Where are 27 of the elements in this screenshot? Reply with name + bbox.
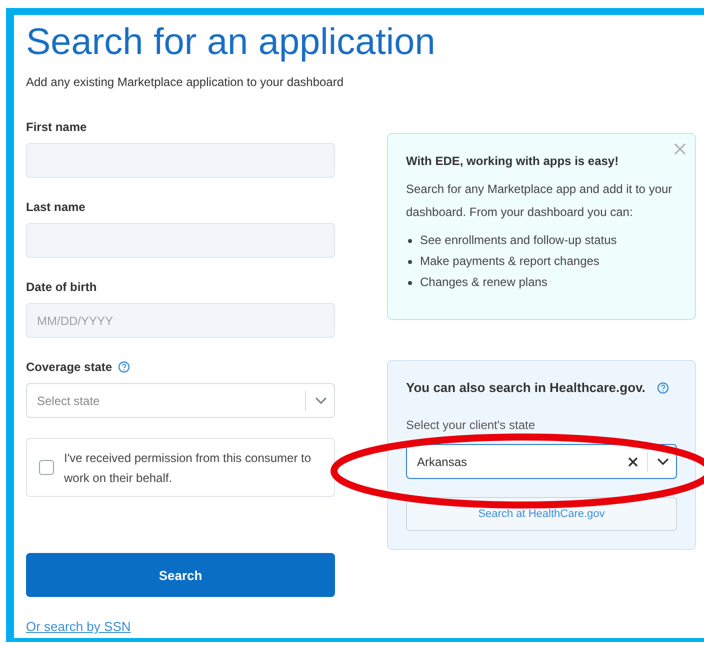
input-field[interactable] — [26, 223, 335, 258]
field-label: Coverage state — [26, 360, 112, 374]
field-label: Select your client's state — [406, 418, 536, 432]
close-icon[interactable] — [673, 142, 687, 156]
info-title: With EDE, working with apps is easy! — [406, 154, 620, 168]
ssn-search-link[interactable]: Or search by SSN — [26, 619, 131, 635]
field-label: Date of birth — [26, 280, 97, 294]
input-field[interactable] — [26, 143, 335, 178]
bullet-icon — [408, 260, 412, 264]
card-title: You can also search in Healthcare.gov. — [406, 380, 646, 396]
checkbox[interactable] — [39, 460, 54, 475]
field-label: Last name — [26, 200, 86, 214]
search-button[interactable]: Search — [26, 553, 335, 597]
page-subtitle: Add any existing Marketplace application to your dashboard — [26, 75, 344, 89]
state-dropdown[interactable]: Select state — [26, 383, 335, 418]
list-item: Make payments & report changes — [420, 253, 600, 270]
bullet-icon — [408, 280, 412, 284]
list-item: Changes & renew plans — [420, 274, 548, 291]
info-text: Search for any Marketplace app and add it to your dashboard. From your dashboard you can: — [406, 181, 674, 221]
bullet-icon — [408, 238, 412, 242]
clear-icon — [627, 456, 639, 468]
field-label: First name — [26, 120, 87, 134]
state-dropdown[interactable]: Arkansas — [406, 444, 677, 479]
page-title: Search for an application — [26, 20, 436, 64]
input-field[interactable]: MM/DD/YYYY — [26, 303, 335, 338]
checkbox-label: I've received permission from this consumer to work on their behalf. — [64, 450, 312, 486]
list-item: See enrollments and follow-up status — [420, 232, 617, 249]
